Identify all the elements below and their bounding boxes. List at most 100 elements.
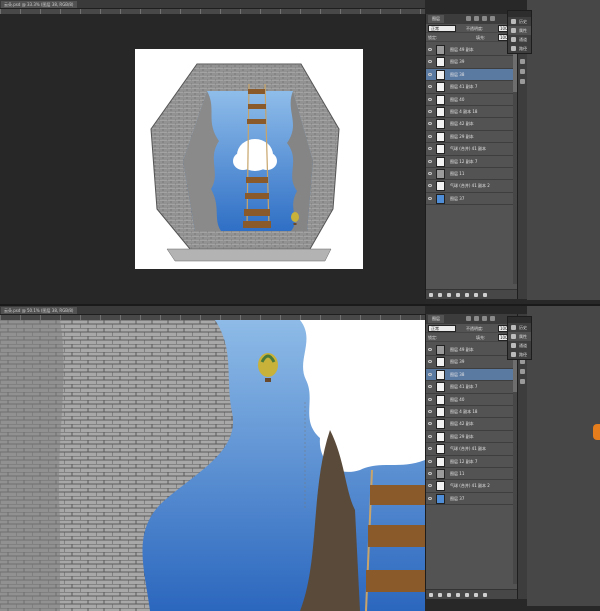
tool-icon[interactable] <box>520 69 525 74</box>
collapse-tab[interactable] <box>593 424 600 440</box>
layers-panel-footer <box>426 289 517 299</box>
canvas-area[interactable] <box>0 320 425 611</box>
layer-row[interactable]: 图层 29 副本 <box>426 131 517 144</box>
visibility-eye-icon[interactable] <box>428 159 432 163</box>
visibility-eye-icon[interactable] <box>428 434 432 438</box>
side-item-history[interactable]: 历史 <box>508 17 531 26</box>
filter-type-icon[interactable] <box>482 316 487 321</box>
tab-layers[interactable]: 图层 <box>428 15 444 23</box>
visibility-eye-icon[interactable] <box>428 184 432 188</box>
visibility-eye-icon[interactable] <box>428 109 432 113</box>
folder-icon[interactable] <box>465 293 469 297</box>
trash-icon[interactable] <box>483 593 487 597</box>
layer-row[interactable]: 图层 40 <box>426 94 517 106</box>
layer-row[interactable]: 图层 29 副本 <box>426 431 517 444</box>
side-item-properties[interactable]: 属性 <box>508 26 531 35</box>
visibility-eye-icon[interactable] <box>428 496 432 500</box>
filter-pixel-icon[interactable] <box>466 16 471 21</box>
adjustment-icon[interactable] <box>456 593 460 597</box>
layer-row[interactable]: 图层 37 <box>426 193 517 206</box>
layer-row[interactable]: 图层 38 <box>426 68 517 82</box>
layer-row[interactable]: 图层 37 <box>426 493 517 506</box>
mask-icon[interactable] <box>447 293 451 297</box>
filter-adjust-icon[interactable] <box>474 316 479 321</box>
new-layer-icon[interactable] <box>474 293 478 297</box>
visibility-eye-icon[interactable] <box>428 471 432 475</box>
visibility-eye-icon[interactable] <box>428 134 432 138</box>
layer-row[interactable]: 图层 41 副本 7 <box>426 381 517 394</box>
layer-row[interactable]: 气球 (合并) 41 副本 <box>426 143 517 156</box>
visibility-eye-icon[interactable] <box>428 409 432 413</box>
layer-row[interactable]: 图层 11 <box>426 468 517 481</box>
layer-row[interactable]: 图层 39 <box>426 56 517 69</box>
document-canvas[interactable] <box>135 49 363 269</box>
blend-mode-select[interactable]: 正常 <box>428 325 456 332</box>
layer-row[interactable]: 气球 (合并) 41 副本 2 <box>426 480 517 493</box>
visibility-eye-icon[interactable] <box>428 85 432 89</box>
adjustment-icon[interactable] <box>456 293 460 297</box>
visibility-eye-icon[interactable] <box>428 147 432 151</box>
tab-layers[interactable]: 图层 <box>428 315 444 323</box>
layer-row[interactable]: 图层 12 副本 7 <box>426 156 517 168</box>
visibility-eye-icon[interactable] <box>428 348 432 351</box>
visibility-eye-icon[interactable] <box>428 97 432 101</box>
document-tab[interactable]: 云朵.psd @ 50.1% (图层 38, RGB/8) <box>1 307 77 314</box>
zoomed-canvas[interactable] <box>0 320 425 611</box>
layer-row[interactable]: 图层 11 <box>426 168 517 181</box>
layer-row[interactable]: 图层 38 <box>426 368 517 382</box>
visibility-eye-icon[interactable] <box>428 422 432 426</box>
layer-row[interactable]: 图层 4 副本 18 <box>426 406 517 419</box>
layer-row[interactable]: 图层 42 副本 <box>426 118 517 131</box>
layer-row[interactable]: 图层 4 副本 18 <box>426 106 517 119</box>
canvas-area[interactable] <box>0 14 425 305</box>
filter-adjust-icon[interactable] <box>474 16 479 21</box>
side-item-label: 历史 <box>519 325 527 330</box>
layer-row[interactable]: 图层 39 <box>426 356 517 369</box>
visibility-eye-icon[interactable] <box>428 385 432 389</box>
mask-icon[interactable] <box>447 593 451 597</box>
filter-shape-icon[interactable] <box>490 316 495 321</box>
visibility-eye-icon[interactable] <box>428 72 432 76</box>
visibility-eye-icon[interactable] <box>428 122 432 126</box>
link-icon[interactable] <box>429 593 433 597</box>
side-item-paths[interactable]: 路径 <box>508 350 531 359</box>
filter-shape-icon[interactable] <box>490 16 495 21</box>
visibility-eye-icon[interactable] <box>428 196 432 200</box>
visibility-eye-icon[interactable] <box>428 171 432 175</box>
visibility-eye-icon[interactable] <box>428 459 432 463</box>
layer-row[interactable]: 图层 49 副本 <box>426 344 517 357</box>
layer-row[interactable]: 气球 (合并) 41 副本 <box>426 443 517 456</box>
trash-icon[interactable] <box>483 293 487 297</box>
fx-icon[interactable] <box>438 593 442 597</box>
layer-row[interactable]: 图层 41 副本 7 <box>426 81 517 94</box>
tool-icon[interactable] <box>520 369 525 374</box>
visibility-eye-icon[interactable] <box>428 60 432 64</box>
visibility-eye-icon[interactable] <box>428 447 432 451</box>
side-item-history[interactable]: 历史 <box>508 323 531 332</box>
fx-icon[interactable] <box>438 293 442 297</box>
folder-icon[interactable] <box>465 593 469 597</box>
layer-row[interactable]: 气球 (合并) 41 副本 2 <box>426 180 517 193</box>
filter-pixel-icon[interactable] <box>466 316 471 321</box>
link-icon[interactable] <box>429 293 433 297</box>
side-item-properties[interactable]: 属性 <box>508 332 531 341</box>
side-item-channels[interactable]: 通道 <box>508 35 531 44</box>
layer-row[interactable]: 图层 42 副本 <box>426 418 517 431</box>
document-tab[interactable]: 云朵.psd @ 33.3% (图层 38, RGB/8) <box>1 1 77 8</box>
tool-icon[interactable] <box>520 79 525 84</box>
new-layer-icon[interactable] <box>474 593 478 597</box>
visibility-eye-icon[interactable] <box>428 48 432 51</box>
side-item-channels[interactable]: 通道 <box>508 341 531 350</box>
visibility-eye-icon[interactable] <box>428 372 432 376</box>
visibility-eye-icon[interactable] <box>428 360 432 364</box>
layer-row[interactable]: 图层 12 副本 7 <box>426 456 517 468</box>
filter-type-icon[interactable] <box>482 16 487 21</box>
layer-row[interactable]: 图层 40 <box>426 394 517 406</box>
blend-mode-select[interactable]: 正常 <box>428 25 456 32</box>
tool-icon[interactable] <box>520 379 525 384</box>
visibility-eye-icon[interactable] <box>428 397 432 401</box>
layer-row[interactable]: 图层 49 副本 <box>426 44 517 57</box>
side-item-paths[interactable]: 路径 <box>508 44 531 53</box>
tool-icon[interactable] <box>520 59 525 64</box>
visibility-eye-icon[interactable] <box>428 484 432 488</box>
